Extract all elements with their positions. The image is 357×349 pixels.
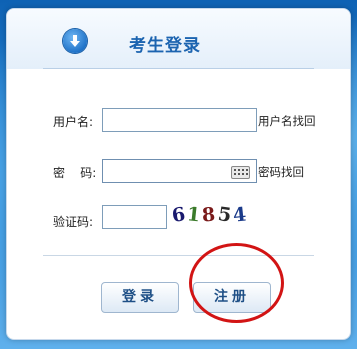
username-recover-link[interactable]: 用户名找回 bbox=[258, 113, 316, 129]
download-arrow-icon bbox=[63, 29, 87, 53]
username-field[interactable] bbox=[102, 108, 257, 132]
register-button[interactable]: 注册 bbox=[193, 282, 271, 313]
keyboard-icon[interactable] bbox=[231, 166, 250, 179]
captcha-field[interactable] bbox=[102, 205, 167, 229]
captcha-image[interactable]: 61854 bbox=[171, 203, 252, 230]
password-field[interactable] bbox=[102, 159, 257, 183]
login-button[interactable]: 登录 bbox=[101, 282, 179, 313]
captcha-label: 验证码: bbox=[53, 215, 94, 229]
divider bbox=[43, 255, 314, 256]
captcha-char: 4 bbox=[231, 203, 250, 227]
username-label: 用户名: bbox=[53, 115, 94, 129]
divider bbox=[43, 68, 314, 69]
page-title: 考生登录 bbox=[129, 36, 201, 56]
password-label: 密 码: bbox=[53, 166, 97, 180]
password-recover-link[interactable]: 密码找回 bbox=[258, 164, 304, 180]
login-panel: 考生登录 用户名: 用户名找回 密 码: 密码找回 验证码: 61854 登录 … bbox=[6, 8, 351, 340]
